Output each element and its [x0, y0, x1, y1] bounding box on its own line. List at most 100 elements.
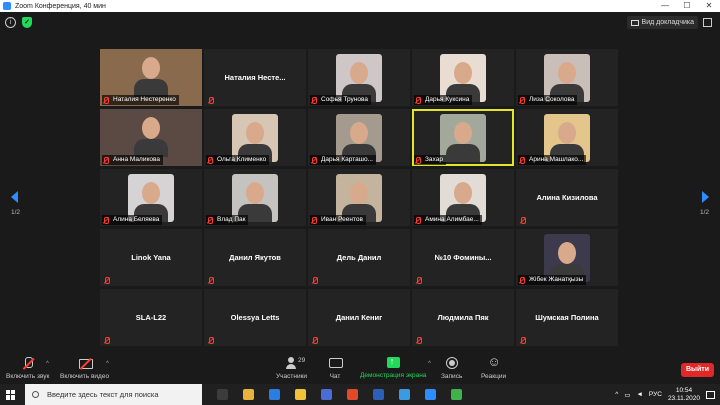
audio-options-chevron-icon[interactable]: ^: [46, 361, 49, 367]
mic-muted-icon: [104, 277, 110, 284]
mic-muted-icon: [103, 156, 109, 164]
participant-tile[interactable]: Влад Пак: [204, 169, 306, 226]
participant-name: Наталия Нестеренко: [113, 96, 176, 103]
participant-tile[interactable]: Жібек Жанатқызы: [516, 229, 618, 286]
shield-icon[interactable]: ✓: [22, 17, 32, 28]
participant-tile[interactable]: №10 Фомины...: [412, 229, 514, 286]
taskbar-search-box[interactable]: Введите здесь текст для поиска: [25, 384, 202, 405]
video-options-chevron-icon[interactable]: ^: [106, 361, 109, 367]
participant-tile[interactable]: Olessya Letts: [204, 289, 306, 346]
title-bar: Zoom Конференция, 40 мин — ☐ ✕: [0, 0, 720, 12]
windows-start-icon[interactable]: [6, 389, 16, 400]
participant-tile[interactable]: Арина Машлако...: [516, 109, 618, 166]
clock-time: 10:54: [675, 386, 693, 394]
info-icon[interactable]: i: [5, 17, 16, 28]
close-button[interactable]: ✕: [698, 0, 720, 12]
record-icon: [445, 357, 458, 369]
participant-name-label: Дарья Куксина: [414, 95, 473, 105]
participant-name: SLA-L22: [135, 313, 167, 322]
taskbar-app-icon[interactable]: [243, 389, 254, 400]
mic-muted-icon: [520, 337, 526, 344]
participant-tile[interactable]: Софья Трунова: [308, 49, 410, 106]
prev-page-arrow-icon[interactable]: [11, 191, 18, 203]
mic-muted-icon: [208, 337, 214, 344]
participant-tile[interactable]: Лиза Соколова: [516, 49, 618, 106]
next-page-arrow-icon[interactable]: [702, 191, 709, 203]
network-icon[interactable]: ▭: [624, 391, 630, 399]
taskbar-app-icon[interactable]: [347, 389, 358, 400]
participant-name: Иван Реентов: [321, 216, 363, 223]
view-mode-button[interactable]: Вид докладчика: [626, 16, 698, 29]
participant-name-label: Анна Маликова: [102, 155, 163, 165]
mic-muted-icon: [312, 337, 318, 344]
mic-muted-icon: [104, 337, 110, 344]
participant-tile[interactable]: Алина Беляева: [100, 169, 202, 226]
taskbar-app-icon[interactable]: [373, 389, 384, 400]
taskbar-app-icon[interactable]: [321, 389, 332, 400]
tray-chevron-icon[interactable]: ^: [615, 391, 618, 398]
participant-name: Данил Якутов: [229, 253, 281, 262]
participant-tile[interactable]: Анна Маликова: [100, 109, 202, 166]
participant-tile[interactable]: Людмила Пяк: [412, 289, 514, 346]
taskbar-app-icon[interactable]: [399, 389, 410, 400]
share-options-chevron-icon[interactable]: ^: [428, 361, 431, 367]
mic-muted-icon: [416, 277, 422, 284]
participant-tile[interactable]: Наталия Нестеренко: [100, 49, 202, 106]
participant-tile[interactable]: Наталия Несте...: [204, 49, 306, 106]
participant-name: Алина Кизилова: [536, 193, 598, 202]
reactions-button[interactable]: Реакции: [481, 354, 506, 380]
search-placeholder: Введите здесь текст для поиска: [47, 390, 159, 399]
meeting-toolbar: Включить звук ^ Включить видео ^ Участни…: [0, 354, 720, 384]
participant-tile[interactable]: Данил Кениг: [308, 289, 410, 346]
share-screen-label: Демонстрация экрана: [360, 372, 427, 379]
mic-muted-icon: [415, 96, 421, 104]
participant-name: Дель Данил: [336, 253, 382, 262]
share-screen-button[interactable]: Демонстрация экрана: [360, 356, 427, 379]
taskbar-apps: [202, 389, 462, 400]
participant-name: Ольга Клименко: [217, 156, 267, 163]
taskbar-app-icon[interactable]: [295, 389, 306, 400]
taskbar-app-icon[interactable]: [451, 389, 462, 400]
participant-tile[interactable]: Иван Реентов: [308, 169, 410, 226]
mic-muted-icon: [208, 277, 214, 284]
zoom-logo-icon: [3, 2, 11, 10]
notifications-icon[interactable]: [706, 390, 715, 399]
chat-button[interactable]: Чат: [329, 357, 343, 380]
participant-tile[interactable]: Дель Данил: [308, 229, 410, 286]
participant-name: Людмила Пяк: [437, 313, 489, 322]
participant-tile[interactable]: Данил Якутов: [204, 229, 306, 286]
participant-name: Дарья Карташо...: [321, 156, 373, 163]
fullscreen-icon[interactable]: [703, 18, 712, 27]
participant-tile[interactable]: SLA-L22: [100, 289, 202, 346]
participant-tile[interactable]: Захар: [412, 109, 514, 166]
participant-video: [440, 114, 486, 162]
participant-name: Арина Машлако...: [529, 156, 584, 163]
participant-name: Linok Yana: [131, 253, 171, 262]
mic-muted-icon: [519, 96, 525, 104]
volume-icon[interactable]: ◄: [636, 391, 642, 398]
participant-name: Захар: [425, 156, 443, 163]
mic-muted-icon: [207, 156, 213, 164]
clock[interactable]: 10:54 23.11.2020: [668, 387, 700, 403]
record-button[interactable]: Запись: [441, 357, 462, 380]
participant-tile[interactable]: Дарья Карташо...: [308, 109, 410, 166]
minimize-button[interactable]: —: [654, 0, 676, 12]
taskbar-app-icon[interactable]: [269, 389, 280, 400]
unmute-button[interactable]: Включить звук: [6, 357, 49, 380]
language-indicator[interactable]: РУС: [649, 391, 662, 398]
participant-tile[interactable]: Шумская Полина: [516, 289, 618, 346]
participant-tile[interactable]: Амина Алимбае...: [412, 169, 514, 226]
participant-tile[interactable]: Алина Кизилова: [516, 169, 618, 226]
leave-meeting-button[interactable]: Выйти: [681, 363, 714, 377]
taskbar-app-icon[interactable]: [217, 389, 228, 400]
participant-tile[interactable]: Ольга Клименко: [204, 109, 306, 166]
start-video-button[interactable]: Включить видео: [60, 357, 109, 380]
participant-tile[interactable]: Linok Yana: [100, 229, 202, 286]
participant-name-label: Жібек Жанатқызы: [518, 275, 587, 285]
maximize-button[interactable]: ☐: [676, 0, 698, 12]
participant-name: Дарья Куксина: [425, 96, 470, 103]
participant-name-label: Арина Машлако...: [518, 155, 587, 165]
participant-tile[interactable]: Дарья Куксина: [412, 49, 514, 106]
taskbar-app-icon[interactable]: [425, 389, 436, 400]
system-tray: ^ ▭ ◄ РУС 10:54 23.11.2020: [615, 387, 720, 403]
